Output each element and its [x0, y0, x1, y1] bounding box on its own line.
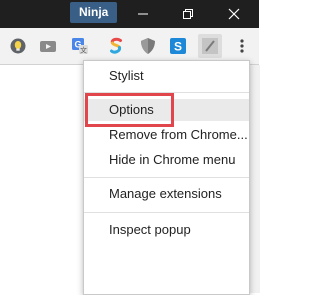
menu-item-hide-in-chrome-menu[interactable]: Hide in Chrome menu — [84, 149, 249, 171]
menu-item-label: Inspect popup — [109, 222, 191, 237]
three-dots-menu-icon — [240, 39, 244, 53]
minimize-icon — [138, 13, 148, 15]
window-titlebar: Ninja — [0, 0, 259, 28]
shield-extension-icon[interactable] — [138, 36, 158, 56]
svg-text:S: S — [174, 40, 182, 54]
restore-icon — [183, 9, 193, 19]
stylist-extension-button[interactable] — [198, 34, 222, 58]
menu-item-label: Manage extensions — [109, 186, 222, 201]
menu-item-inspect-popup[interactable]: Inspect popup — [84, 219, 249, 241]
google-translate-extension-icon[interactable]: G 文 — [70, 36, 90, 56]
menu-separator — [84, 92, 249, 93]
minimize-button[interactable] — [128, 0, 158, 28]
restore-button[interactable] — [173, 0, 203, 28]
extension-context-menu: Stylist Options Remove from Chrome... Hi… — [83, 60, 250, 295]
menu-item-label: Stylist — [109, 68, 144, 83]
chrome-menu-button[interactable] — [232, 36, 252, 56]
blue-s-extension-icon[interactable]: S — [168, 36, 188, 56]
video-extension-icon[interactable] — [38, 36, 58, 56]
menu-item-label: Options — [109, 102, 154, 117]
menu-item-options[interactable]: Options — [84, 99, 249, 121]
menu-item-label: Hide in Chrome menu — [109, 152, 236, 167]
lightbulb-extension-icon[interactable] — [8, 36, 28, 56]
menu-item-stylist[interactable]: Stylist — [84, 65, 249, 87]
close-button[interactable] — [219, 0, 249, 28]
incognito-profile-badge: Ninja — [70, 2, 118, 23]
close-icon — [228, 8, 240, 20]
menu-item-label: Remove from Chrome... — [109, 127, 248, 142]
menu-item-remove-from-chrome[interactable]: Remove from Chrome... — [84, 124, 249, 146]
menu-separator — [84, 212, 249, 213]
colorful-s-extension-icon[interactable] — [106, 36, 126, 56]
svg-text:文: 文 — [80, 46, 87, 55]
menu-item-manage-extensions[interactable]: Manage extensions — [84, 183, 249, 205]
stylist-extension-icon — [202, 38, 218, 54]
menu-separator — [84, 177, 249, 178]
